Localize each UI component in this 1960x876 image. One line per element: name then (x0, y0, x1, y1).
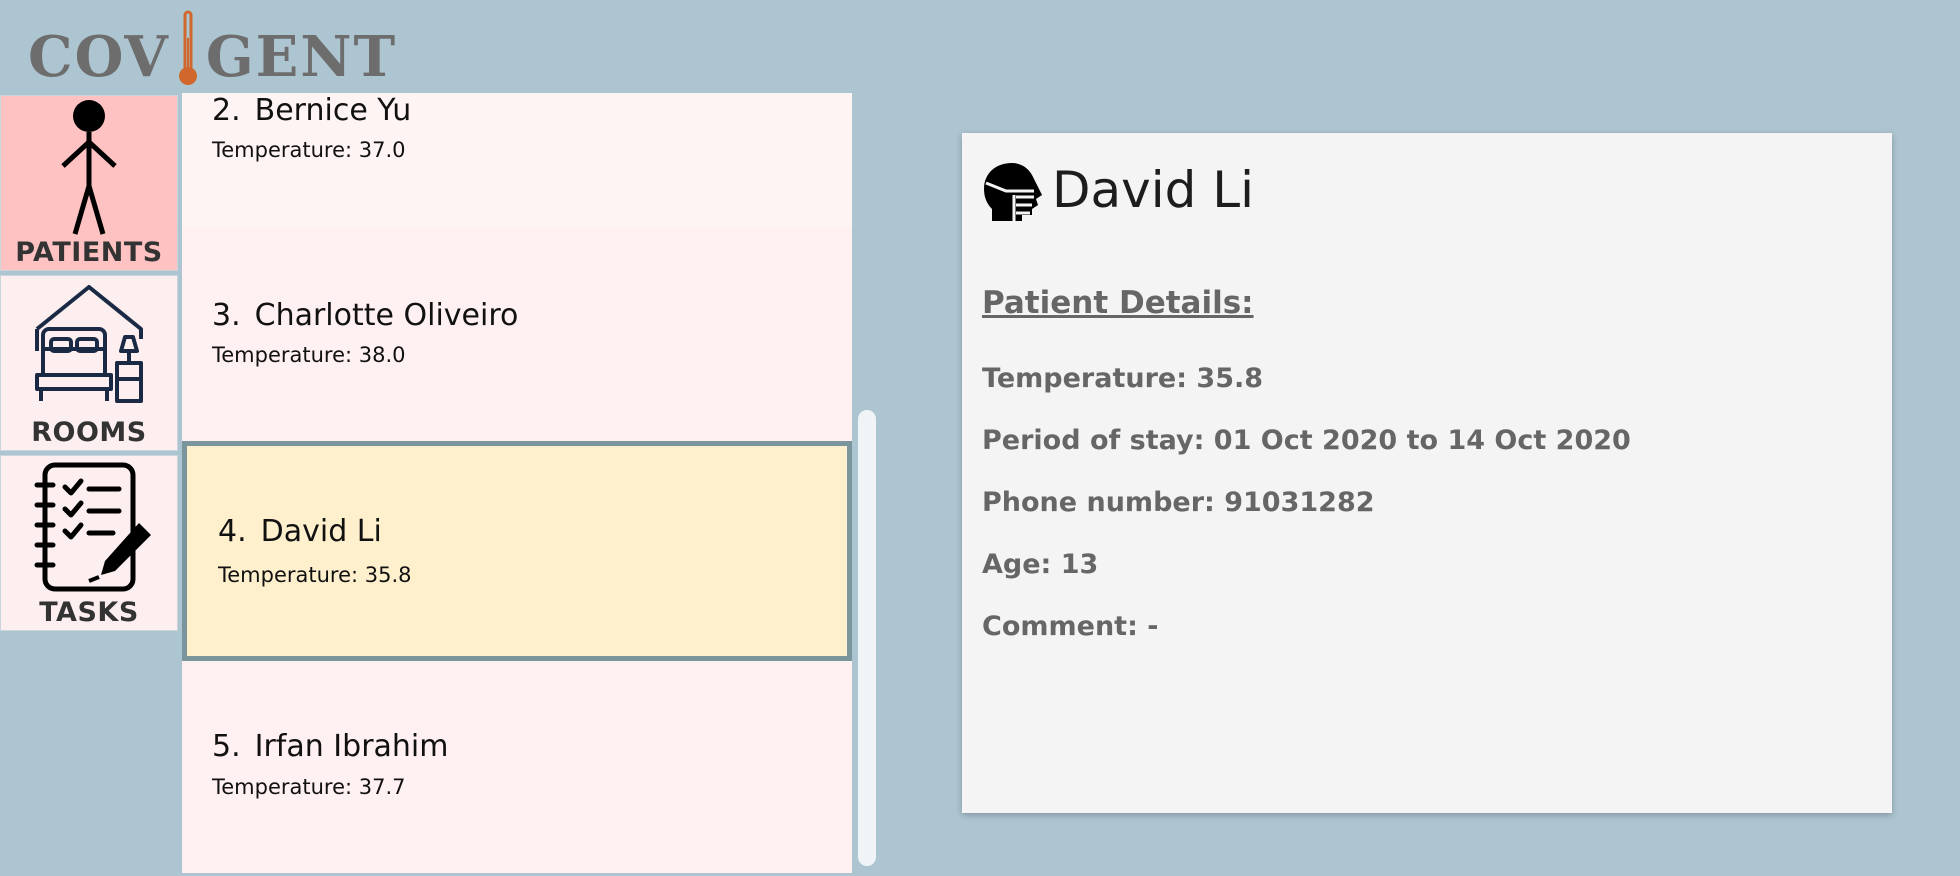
nav-rooms-label: ROOMS (31, 417, 147, 448)
patient-detail-name: David Li (1052, 161, 1255, 219)
patient-name: 4. David Li (218, 514, 382, 549)
patient-details-heading: Patient Details: (982, 285, 1254, 321)
patient-index: 3. (212, 298, 241, 333)
patient-index: 4. (218, 514, 247, 549)
patient-card[interactable]: 3. Charlotte Oliveiro Temperature: 38.0 (182, 228, 852, 435)
patient-index: 2. (212, 93, 241, 128)
patient-temperature: Temperature: 37.0 (212, 138, 406, 162)
patient-name: 2. Bernice Yu (212, 93, 411, 128)
patient-name: 5. Irfan Ibrahim (212, 729, 448, 764)
patient-temperature: Temperature: 35.8 (218, 563, 412, 587)
patient-name-text: David Li (260, 514, 382, 549)
thermometer-icon (171, 8, 205, 90)
bed-room-icon (35, 285, 143, 403)
nav-rooms[interactable]: ROOMS (0, 275, 178, 451)
patient-name: 3. Charlotte Oliveiro (212, 298, 518, 333)
logo-text-right: GENT (205, 24, 398, 90)
list-scrollbar[interactable] (858, 410, 876, 866)
patient-temperature: Temperature: 37.7 (212, 775, 406, 799)
logo-text-left: COV (28, 24, 170, 90)
patient-list[interactable]: 2. Bernice Yu Temperature: 37.0 3. Charlot… (182, 93, 852, 873)
patient-index: 5. (212, 729, 241, 764)
detail-temperature: Temperature: 35.8 (982, 363, 1264, 394)
patient-card[interactable]: 2. Bernice Yu Temperature: 37.0 (182, 93, 852, 228)
patient-card[interactable]: 5. Irfan Ibrahim Temperature: 37.7 (182, 663, 852, 873)
nav-patients-label: PATIENTS (15, 237, 163, 268)
stick-figure-icon (61, 100, 117, 235)
nav-tasks-label: TASKS (39, 597, 139, 628)
detail-phone-number: Phone number: 91031282 (982, 487, 1375, 518)
app-logo: COV GENT (28, 2, 395, 90)
patient-detail-panel: David Li Patient Details: Temperature: 3… (962, 133, 1892, 813)
checklist-notebook-icon (34, 462, 151, 592)
patient-name-text: Charlotte Oliveiro (254, 298, 519, 333)
patient-name-text: Bernice Yu (254, 93, 412, 128)
detail-period-of-stay: Period of stay: 01 Oct 2020 to 14 Oct 20… (982, 425, 1631, 456)
detail-comment: Comment: - (982, 611, 1159, 642)
masked-head-icon (984, 163, 1042, 221)
nav-tasks[interactable]: TASKS (0, 455, 178, 631)
nav-patients[interactable]: PATIENTS (0, 95, 178, 271)
detail-age: Age: 13 (982, 549, 1099, 580)
patient-name-text: Irfan Ibrahim (254, 729, 449, 764)
patient-card-selected[interactable]: 4. David Li Temperature: 35.8 (182, 441, 852, 661)
patient-temperature: Temperature: 38.0 (212, 343, 406, 367)
